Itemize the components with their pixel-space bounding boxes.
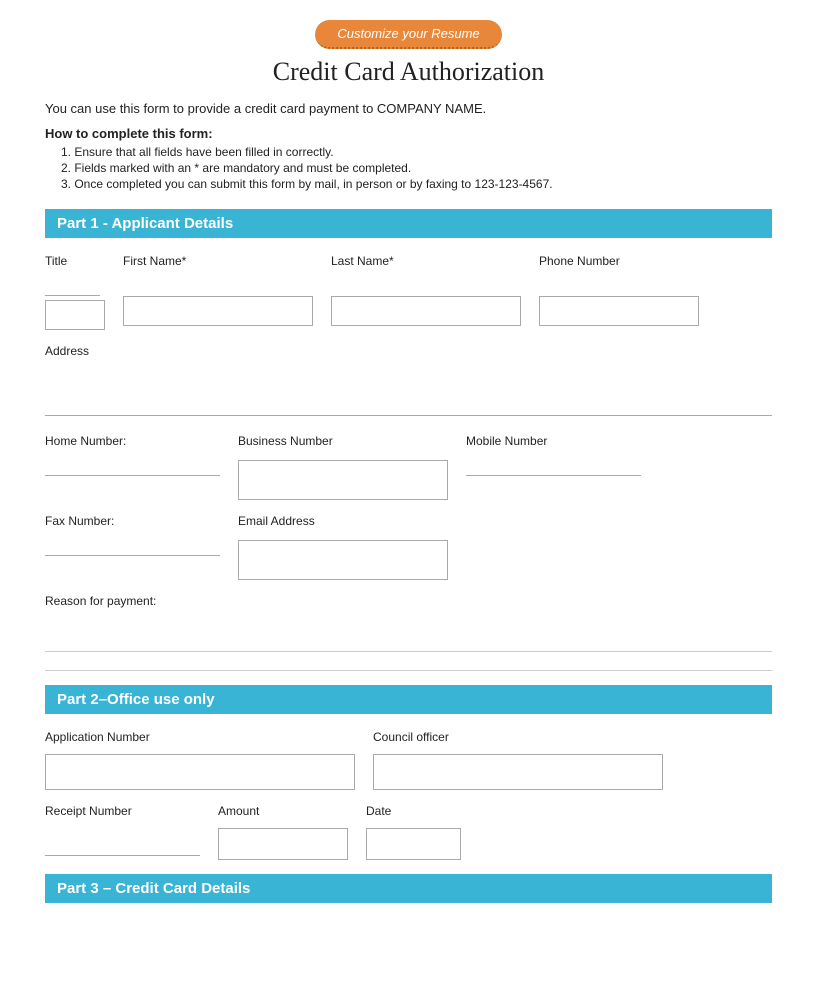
home-number-group: Home Number: <box>45 434 220 476</box>
part1-row1: Title First Name* Last Name* Phone Numbe… <box>45 254 772 330</box>
address-input[interactable] <box>45 366 772 416</box>
phone-input[interactable] <box>539 296 699 326</box>
divider1 <box>45 670 772 671</box>
title-label: Title <box>45 254 105 268</box>
how-to-step-1: 1. Ensure that all fields have been fill… <box>61 145 772 159</box>
first-name-label: First Name* <box>123 254 313 268</box>
last-name-input[interactable] <box>331 296 521 326</box>
date-group: Date <box>366 804 461 860</box>
last-name-label: Last Name* <box>331 254 521 268</box>
fax-label: Fax Number: <box>45 514 220 528</box>
business-number-input[interactable] <box>238 460 448 500</box>
reason-label: Reason for payment: <box>45 594 772 608</box>
part2-header: Part 2–Office use only <box>45 685 772 714</box>
how-to-section: How to complete this form: 1. Ensure tha… <box>45 126 772 191</box>
phone-group: Phone Number <box>539 254 699 326</box>
part1-row2: Home Number: Business Number Mobile Numb… <box>45 434 772 500</box>
app-number-input[interactable] <box>45 754 355 790</box>
amount-input[interactable] <box>218 828 348 860</box>
reason-input[interactable] <box>45 612 772 652</box>
part1-header: Part 1 - Applicant Details <box>45 209 772 238</box>
how-to-label: How to complete this form: <box>45 126 772 141</box>
first-name-input[interactable] <box>123 296 313 326</box>
how-to-step-2: 2. Fields marked with an * are mandatory… <box>61 161 772 175</box>
receipt-input[interactable] <box>45 832 200 856</box>
council-input[interactable] <box>373 754 663 790</box>
how-to-step-3: 3. Once completed you can submit this fo… <box>61 177 772 191</box>
date-label: Date <box>366 804 461 818</box>
home-number-label: Home Number: <box>45 434 220 448</box>
app-number-group: Application Number <box>45 730 355 790</box>
receipt-group: Receipt Number <box>45 804 200 856</box>
council-group: Council officer <box>373 730 663 790</box>
email-input[interactable] <box>238 540 448 580</box>
email-group: Email Address <box>238 514 448 580</box>
mobile-number-input[interactable] <box>466 452 641 476</box>
part2-row2: Receipt Number Amount Date <box>45 804 772 860</box>
reason-group: Reason for payment: <box>45 594 772 652</box>
address-label: Address <box>45 344 772 358</box>
date-input[interactable] <box>366 828 461 860</box>
last-name-group: Last Name* <box>331 254 521 326</box>
business-number-label: Business Number <box>238 434 448 448</box>
home-number-input[interactable] <box>45 452 220 476</box>
email-label: Email Address <box>238 514 448 528</box>
business-number-group: Business Number <box>238 434 448 500</box>
receipt-label: Receipt Number <box>45 804 200 818</box>
app-number-label: Application Number <box>45 730 355 744</box>
title-group: Title <box>45 254 105 330</box>
part2-row1: Application Number Council officer <box>45 730 772 790</box>
title-select-input[interactable] <box>45 300 105 330</box>
page-title: Credit Card Authorization <box>45 57 772 87</box>
phone-label: Phone Number <box>539 254 699 268</box>
part1-row3: Fax Number: Email Address <box>45 514 772 580</box>
amount-group: Amount <box>218 804 348 860</box>
mobile-number-label: Mobile Number <box>466 434 641 448</box>
amount-label: Amount <box>218 804 348 818</box>
how-to-steps: 1. Ensure that all fields have been fill… <box>45 145 772 191</box>
council-label: Council officer <box>373 730 663 744</box>
intro-text: You can use this form to provide a credi… <box>45 101 772 116</box>
part3-header: Part 3 – Credit Card Details <box>45 874 772 903</box>
fax-group: Fax Number: <box>45 514 220 556</box>
first-name-group: First Name* <box>123 254 313 326</box>
fax-input[interactable] <box>45 532 220 556</box>
customize-resume-button[interactable]: Customize your Resume <box>315 20 501 49</box>
mobile-number-group: Mobile Number <box>466 434 641 476</box>
title-input[interactable] <box>45 272 100 296</box>
address-group: Address <box>45 344 772 416</box>
